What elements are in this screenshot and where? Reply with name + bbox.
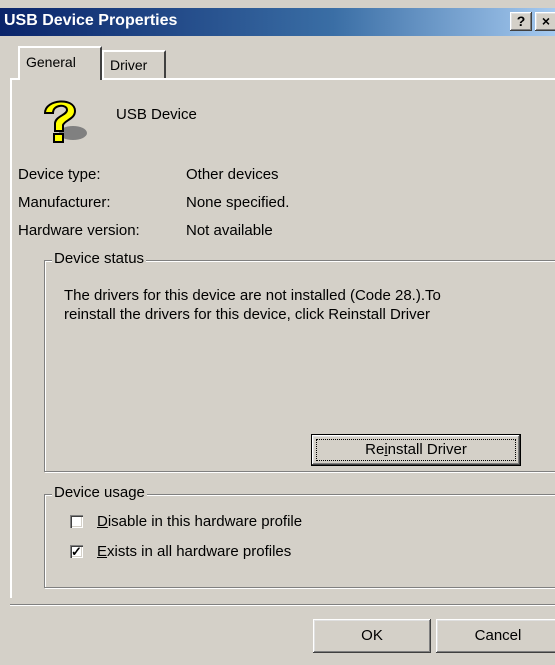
help-button[interactable]: ? <box>510 12 532 31</box>
title-bar[interactable]: USB Device Properties ? × <box>0 8 555 36</box>
tab-driver-label: Driver <box>110 57 148 73</box>
cancel-button[interactable]: Cancel <box>436 619 555 653</box>
window-title: USB Device Properties <box>4 12 178 29</box>
footer-separator <box>10 604 555 606</box>
tab-general[interactable]: General <box>18 46 102 80</box>
tab-driver[interactable]: Driver <box>102 50 166 78</box>
tab-general-label: General <box>26 54 76 70</box>
general-tab-panel <box>10 78 555 598</box>
ok-button[interactable]: OK <box>313 619 431 653</box>
close-button[interactable]: × <box>535 12 555 31</box>
properties-window: USB Device Properties ? × General Driver… <box>0 0 555 665</box>
